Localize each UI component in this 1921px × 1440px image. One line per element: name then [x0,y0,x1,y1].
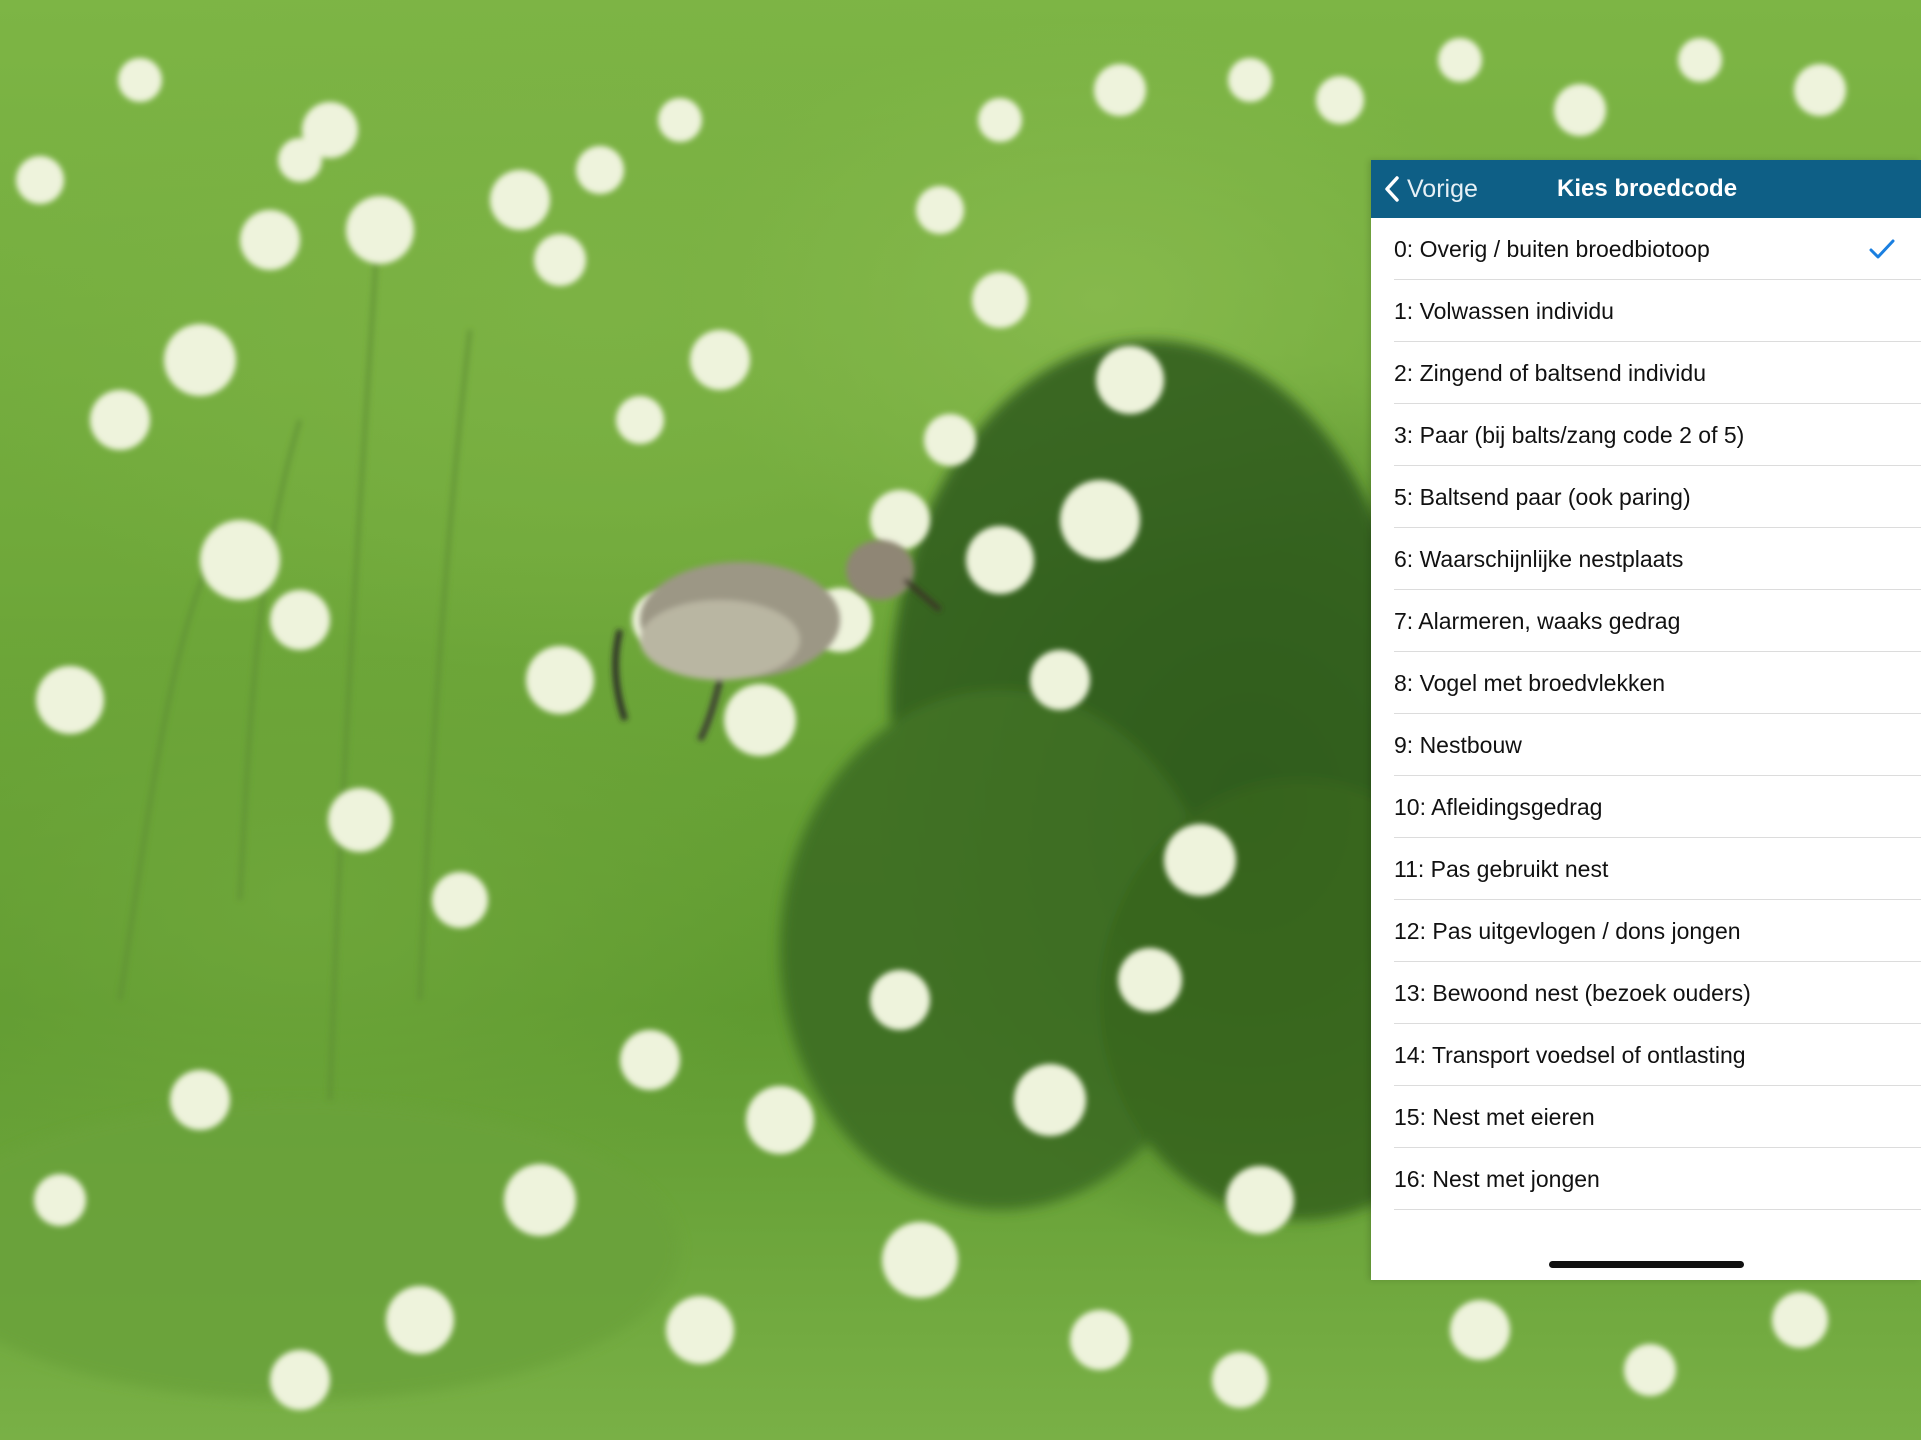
list-item-label: 5: Baltsend paar (ook paring) [1394,483,1691,510]
list-item[interactable]: 15: Nest met eieren [1371,1086,1921,1148]
list-item[interactable]: 2: Zingend of baltsend individu [1371,342,1921,404]
list-item-label: 9: Nestbouw [1394,731,1522,758]
list-item-label: 1: Volwassen individu [1394,297,1614,324]
list-item[interactable]: 10: Afleidingsgedrag [1371,776,1921,838]
list-item-label: 0: Overig / buiten broedbiotoop [1394,235,1710,262]
breeding-code-list: 0: Overig / buiten broedbiotoop 1: Volwa… [1371,218,1921,1210]
list-item[interactable]: 13: Bewoond nest (bezoek ouders) [1371,962,1921,1024]
page-title: Kies broedcode [1557,175,1738,202]
list-item[interactable]: 16: Nest met jongen [1371,1148,1921,1210]
list-item[interactable]: 12: Pas uitgevlogen / dons jongen [1371,900,1921,962]
list-item-label: 10: Afleidingsgedrag [1394,793,1603,820]
list-item-label: 12: Pas uitgevlogen / dons jongen [1394,917,1741,944]
chevron-left-icon [1385,176,1399,202]
list-item-label: 13: Bewoond nest (bezoek ouders) [1394,979,1751,1006]
list-item-label: 16: Nest met jongen [1394,1165,1600,1192]
checkmark-icon [1869,239,1895,259]
back-label: Vorige [1407,174,1478,203]
list-item[interactable]: 8: Vogel met broedvlekken [1371,652,1921,714]
list-item[interactable]: 1: Volwassen individu [1371,280,1921,342]
list-item-label: 6: Waarschijnlijke nestplaats [1394,545,1684,572]
list-item[interactable]: 3: Paar (bij balts/zang code 2 of 5) [1371,404,1921,466]
list-item-label: 7: Alarmeren, waaks gedrag [1394,607,1681,634]
list-item[interactable]: 0: Overig / buiten broedbiotoop [1371,218,1921,280]
list-item[interactable]: 14: Transport voedsel of ontlasting [1371,1024,1921,1086]
list-item-label: 15: Nest met eieren [1394,1103,1595,1130]
home-indicator [1549,1261,1744,1268]
list-item[interactable]: 6: Waarschijnlijke nestplaats [1371,528,1921,590]
back-button[interactable]: Vorige [1383,160,1478,218]
list-item[interactable]: 7: Alarmeren, waaks gedrag [1371,590,1921,652]
list-item-label: 11: Pas gebruikt nest [1394,855,1609,882]
nav-bar: Vorige Kies broedcode [1371,160,1921,218]
list-item[interactable]: 11: Pas gebruikt nest [1371,838,1921,900]
list-item-label: 3: Paar (bij balts/zang code 2 of 5) [1394,421,1745,448]
list-item[interactable]: 9: Nestbouw [1371,714,1921,776]
breeding-code-panel: Vorige Kies broedcode 0: Overig / buiten… [1371,160,1921,1280]
list-item-label: 8: Vogel met broedvlekken [1394,669,1666,696]
list-item-label: 14: Transport voedsel of ontlasting [1394,1041,1746,1068]
list-item-label: 2: Zingend of baltsend individu [1394,359,1706,386]
list-item[interactable]: 5: Baltsend paar (ook paring) [1371,466,1921,528]
